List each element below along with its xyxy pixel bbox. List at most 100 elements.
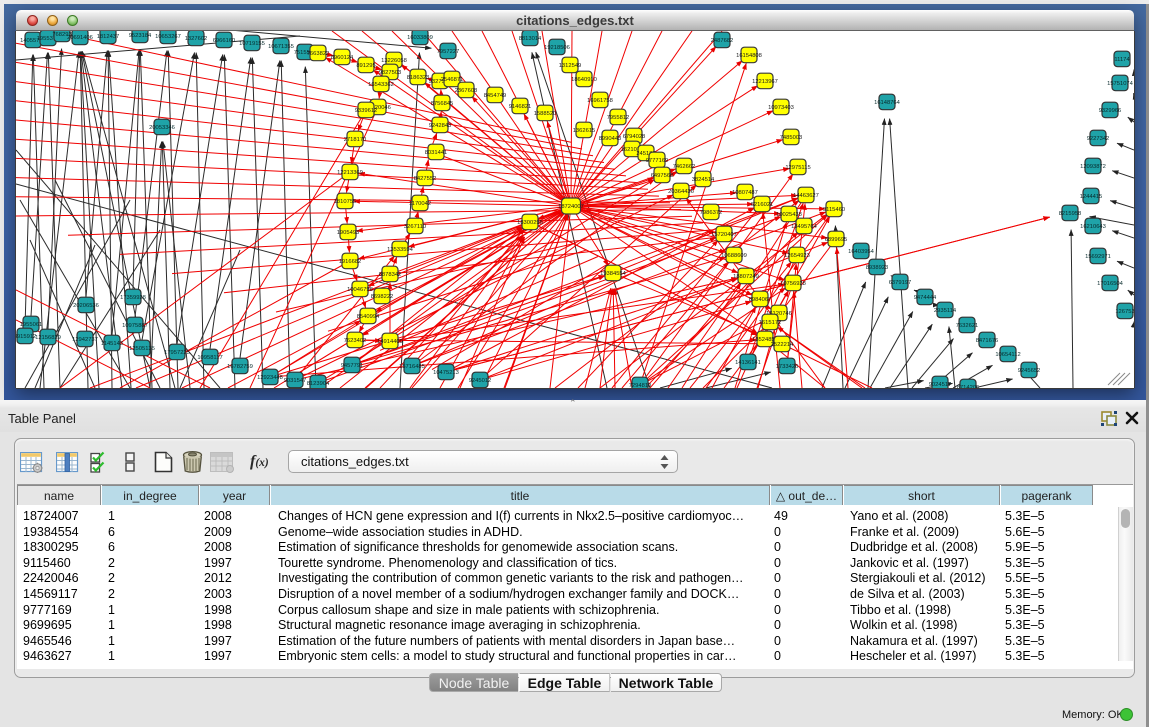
svg-text:1312549: 1312549 (559, 63, 582, 69)
svg-text:8427552: 8427552 (414, 176, 437, 182)
svg-text:10688609: 10688609 (721, 253, 747, 259)
svg-text:13533594: 13533594 (387, 247, 414, 253)
svg-text:8123904: 8123904 (307, 381, 330, 387)
svg-text:1905493: 1905493 (337, 230, 360, 236)
svg-text:3267110: 3267110 (404, 224, 426, 230)
svg-text:16543362: 16543362 (368, 82, 394, 88)
svg-text:17359928: 17359928 (120, 295, 146, 301)
svg-text:19218506: 19218506 (544, 45, 570, 51)
svg-text:1615172: 1615172 (759, 320, 782, 326)
svg-text:16961758: 16961758 (587, 98, 613, 104)
svg-text:8960124: 8960124 (331, 55, 354, 61)
svg-text:20053346: 20053346 (149, 125, 175, 131)
svg-text:6379197: 6379197 (889, 280, 912, 286)
svg-text:2367608: 2367608 (455, 88, 478, 94)
svg-text:3824514: 3824514 (692, 177, 715, 183)
svg-text:10025438: 10025438 (776, 212, 802, 218)
svg-text:7957227: 7957227 (437, 49, 460, 55)
svg-text:1733426: 1733426 (776, 364, 799, 370)
svg-text:9115460: 9115460 (823, 207, 845, 213)
svg-text:12654923: 12654923 (784, 253, 810, 259)
svg-text:8813014: 8813014 (519, 36, 542, 42)
svg-text:16033809: 16033809 (407, 35, 433, 41)
svg-text:16403954: 16403954 (848, 249, 875, 255)
svg-text:18807249: 18807249 (733, 274, 759, 280)
svg-text:7632621: 7632621 (956, 323, 979, 329)
svg-text:17016504: 17016504 (1097, 281, 1124, 287)
svg-text:8714206: 8714206 (957, 385, 980, 388)
svg-text:3915912: 3915912 (16, 334, 36, 340)
svg-text:12942737: 12942737 (72, 337, 98, 343)
svg-text:9146821: 9146821 (509, 104, 532, 110)
svg-text:891295: 891295 (356, 63, 375, 69)
svg-text:16210643: 16210643 (1080, 224, 1106, 230)
svg-text:9227342: 9227342 (1087, 136, 1110, 142)
svg-text:1810755: 1810755 (334, 199, 357, 205)
svg-text:6216021: 6216021 (751, 202, 774, 208)
svg-text:15716485: 15716485 (399, 364, 425, 370)
svg-text:126753: 126753 (1115, 309, 1134, 315)
svg-text:10475213: 10475213 (433, 370, 459, 376)
svg-text:10958117: 10958117 (197, 355, 222, 361)
svg-text:6966160: 6966160 (213, 38, 236, 44)
svg-text:8031441: 8031441 (425, 150, 448, 156)
svg-text:10975887: 10975887 (122, 323, 148, 329)
svg-text:8938923: 8938923 (866, 265, 889, 271)
svg-text:8186323: 8186323 (407, 75, 430, 81)
svg-text:8990443: 8990443 (599, 136, 622, 142)
svg-text:16148764: 16148764 (874, 100, 901, 106)
svg-text:9031547: 9031547 (284, 378, 307, 384)
svg-text:14914409: 14914409 (377, 339, 403, 345)
svg-text:2935114: 2935114 (934, 308, 957, 314)
svg-text:13495764: 13495764 (791, 224, 818, 230)
svg-text:6899695: 6899695 (825, 237, 848, 243)
svg-text:12505135: 12505135 (129, 346, 155, 352)
svg-text:12975115: 12975115 (785, 165, 810, 171)
svg-text:1812437: 1812437 (97, 34, 120, 40)
svg-text:10046798: 10046798 (347, 287, 373, 293)
svg-text:20364436: 20364436 (668, 189, 694, 195)
svg-text:6497568: 6497568 (651, 173, 674, 179)
svg-text:1327602: 1327602 (185, 36, 208, 42)
svg-text:9024517: 9024517 (929, 382, 952, 388)
svg-text:9242843: 9242843 (429, 123, 452, 129)
svg-text:9777169: 9777169 (646, 158, 669, 164)
svg-text:1916682: 1916682 (339, 259, 362, 265)
svg-text:9827503: 9827503 (379, 70, 402, 76)
svg-text:15720407: 15720407 (711, 232, 737, 238)
svg-text:7663822: 7663822 (307, 51, 330, 57)
svg-text:7986372: 7986372 (700, 210, 723, 216)
svg-text:16782759: 16782759 (227, 364, 253, 370)
svg-text:10719155: 10719155 (239, 41, 265, 47)
svg-text:1362615: 1362615 (573, 128, 596, 134)
svg-text:1244415: 1244415 (1080, 194, 1103, 200)
svg-text:8878342: 8878342 (379, 272, 402, 278)
svg-text:2487682: 2487682 (711, 38, 734, 44)
svg-text:18300295: 18300295 (517, 220, 543, 226)
svg-text:14463627: 14463627 (793, 193, 819, 199)
svg-text:13226058: 13226058 (381, 58, 407, 64)
svg-text:9339612: 9339612 (355, 108, 378, 114)
svg-text:7955812: 7955812 (607, 115, 630, 121)
svg-text:9245012: 9245012 (469, 378, 492, 384)
svg-text:12213369: 12213369 (337, 170, 363, 176)
svg-text:12213967: 12213967 (752, 79, 778, 85)
svg-text:9329966: 9329966 (1099, 108, 1122, 114)
svg-text:10654112: 10654112 (995, 352, 1020, 358)
svg-text:10671355: 10671355 (268, 44, 294, 50)
svg-text:20691406: 20691406 (67, 35, 93, 41)
svg-text:18640910: 18640910 (571, 77, 597, 83)
svg-text:9523184: 9523184 (129, 33, 152, 39)
svg-text:15692971: 15692971 (1085, 254, 1111, 260)
svg-text:1170042: 1170042 (409, 201, 431, 207)
svg-text:8471676: 8471676 (976, 338, 999, 344)
svg-text:18724007: 18724007 (558, 204, 584, 210)
svg-text:9457791: 9457791 (341, 363, 364, 369)
svg-text:8215958: 8215958 (1059, 211, 1082, 217)
svg-text:7462662: 7462662 (673, 164, 696, 170)
svg-text:6794028: 6794028 (623, 134, 646, 140)
svg-text:10756928: 10756928 (780, 281, 806, 287)
svg-text:2522214: 2522214 (771, 342, 794, 348)
svg-text:9474444: 9474444 (914, 295, 937, 301)
svg-text:8756845: 8756845 (431, 101, 454, 107)
